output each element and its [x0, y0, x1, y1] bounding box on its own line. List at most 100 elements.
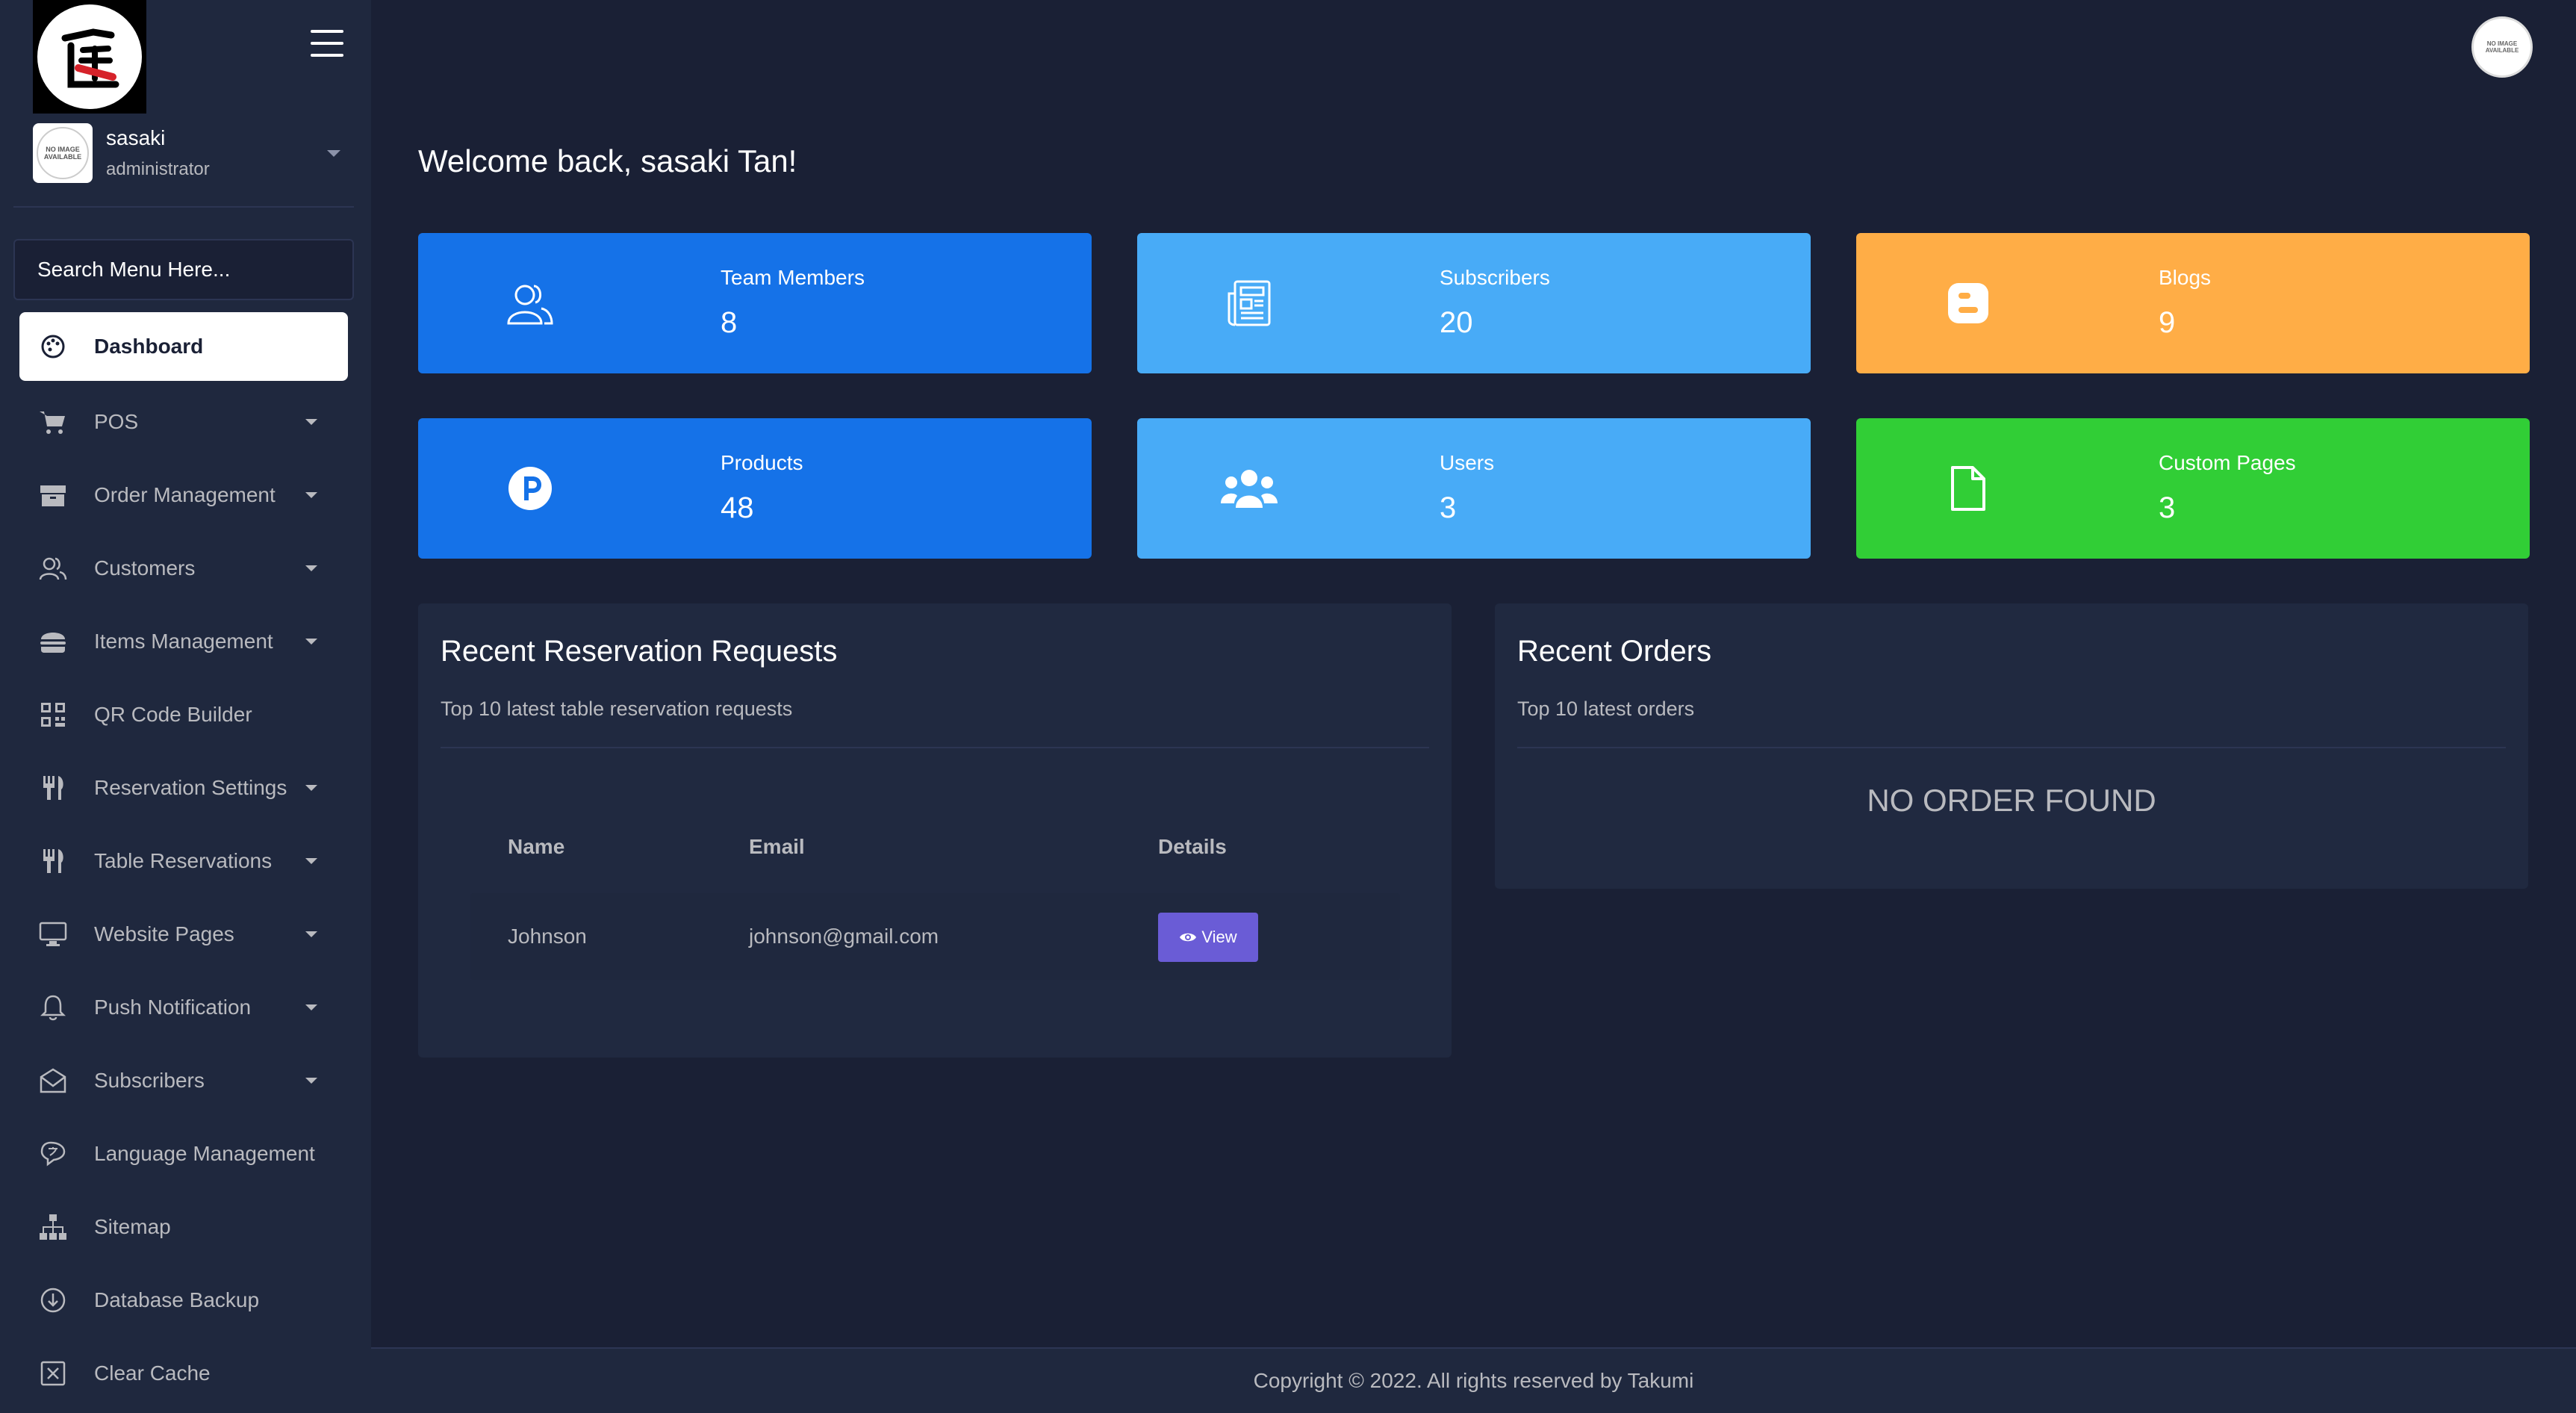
stat-value: 9	[2159, 306, 2176, 339]
footer: Copyright © 2022. All rights reserved by…	[371, 1347, 2576, 1413]
column-header-name: Name	[508, 835, 565, 858]
language-icon	[37, 1138, 69, 1170]
sitemap-icon	[37, 1211, 69, 1243]
cart-icon	[37, 406, 69, 438]
stat-label: Custom Pages	[2159, 451, 2296, 474]
sidebar-item-label: Website Pages	[94, 922, 234, 945]
stat-value: 3	[2159, 491, 2176, 524]
stat-value: 3	[1440, 491, 1457, 524]
sidebar-item-pos[interactable]: POS	[0, 385, 371, 459]
sidebar-item-label: Push Notification	[94, 996, 252, 1019]
menu-search-input[interactable]	[37, 258, 352, 282]
sidebar-item-subscribers[interactable]: Subscribers	[0, 1044, 371, 1117]
chevron-down-icon[interactable]	[327, 149, 340, 157]
burger-icon	[37, 626, 69, 657]
stat-card-team-members[interactable]: Team Members 8	[418, 233, 1092, 373]
column-header-email: Email	[749, 835, 805, 858]
stat-card-blogs[interactable]: Blogs 9	[1856, 233, 2530, 373]
qrcode-icon	[37, 699, 69, 730]
view-reservation-button[interactable]: View	[1158, 913, 1258, 962]
sidebar-item-push-notification[interactable]: Push Notification	[0, 971, 371, 1044]
panel-title: Recent Orders	[1517, 635, 1712, 668]
sidebar-item-label: Sitemap	[94, 1215, 171, 1238]
bell-icon	[37, 992, 69, 1023]
chevron-down-icon	[305, 419, 317, 425]
users-icon	[1219, 459, 1279, 518]
chevron-down-icon	[305, 785, 317, 791]
stat-card-custom-pages[interactable]: Custom Pages 3	[1856, 418, 2530, 559]
empty-state-message: NO ORDER FOUND	[1867, 783, 2156, 818]
palette-icon	[37, 331, 69, 362]
stat-value: 20	[1440, 306, 1473, 339]
stat-label: Products	[721, 451, 803, 474]
sidebar-item-database-backup[interactable]: Database Backup	[0, 1264, 371, 1337]
user-role: administrator	[106, 159, 210, 179]
file-icon	[1938, 459, 1998, 518]
eye-icon	[1179, 931, 1197, 943]
divider	[441, 747, 1429, 748]
page-title: Welcome back, sasaki Tan!	[418, 143, 797, 178]
reservation-email: johnson@gmail.com	[749, 925, 939, 948]
avatar-placeholder: NO IMAGE AVAILABLE	[37, 127, 89, 179]
stat-value: 8	[721, 306, 738, 339]
user-profile[interactable]: NO IMAGE AVAILABLE sasaki administrator	[33, 119, 346, 187]
sidebar-item-label: Table Reservations	[94, 849, 273, 872]
team-icon	[500, 273, 560, 333]
sidebar: NO IMAGE AVAILABLE sasaki administrator …	[0, 0, 371, 1413]
menu-toggle-button[interactable]	[311, 30, 343, 57]
sidebar-item-clear-cache[interactable]: Clear Cache	[0, 1337, 371, 1410]
divider	[1517, 747, 2506, 748]
sidebar-item-label: Items Management	[94, 630, 273, 653]
panel-subtitle: Top 10 latest orders	[1517, 698, 1695, 720]
chevron-down-icon	[305, 931, 317, 937]
divider	[13, 206, 354, 208]
chevron-down-icon	[305, 492, 317, 498]
brand-logo[interactable]	[33, 0, 146, 114]
utensils-icon	[37, 845, 69, 877]
stat-card-users[interactable]: Users 3	[1137, 418, 1811, 559]
sidebar-item-website-pages[interactable]: Website Pages	[0, 898, 371, 971]
download-icon	[37, 1285, 69, 1316]
mail-icon	[37, 1065, 69, 1096]
users-outline-icon	[37, 553, 69, 584]
chevron-down-icon	[305, 858, 317, 864]
view-button-label: View	[1201, 928, 1237, 946]
recent-reservations-panel: Recent Reservation Requests Top 10 lates…	[418, 603, 1452, 1058]
sidebar-item-order-management[interactable]: Order Management	[0, 459, 371, 532]
chevron-down-icon	[305, 1004, 317, 1010]
sidebar-item-language-management[interactable]: Language Management	[0, 1117, 371, 1190]
sidebar-item-label: Dashboard	[94, 335, 204, 358]
sidebar-item-label: Order Management	[94, 483, 276, 506]
sidebar-item-sitemap[interactable]: Sitemap	[0, 1190, 371, 1264]
chevron-down-icon	[305, 1078, 317, 1084]
sidebar-item-label: Language Management	[94, 1142, 315, 1165]
stat-card-products[interactable]: Products 48	[418, 418, 1092, 559]
newspaper-icon	[1219, 273, 1279, 333]
sidebar-item-items-management[interactable]: Items Management	[0, 605, 371, 678]
clear-icon	[37, 1358, 69, 1389]
chevron-down-icon	[305, 639, 317, 645]
box-icon	[37, 479, 69, 511]
sidebar-item-label: Database Backup	[94, 1288, 260, 1311]
sidebar-item-reservation-settings[interactable]: Reservation Settings	[0, 751, 371, 824]
stat-card-subscribers[interactable]: Subscribers 20	[1137, 233, 1811, 373]
sidebar-item-label: Subscribers	[94, 1069, 205, 1092]
sidebar-item-table-reservations[interactable]: Table Reservations	[0, 824, 371, 898]
menu-search	[13, 239, 354, 300]
reservation-name: Johnson	[508, 925, 587, 948]
monitor-icon	[37, 919, 69, 950]
sidebar-item-customers[interactable]: Customers	[0, 532, 371, 605]
chevron-down-icon	[305, 565, 317, 571]
sidebar-item-label: Clear Cache	[94, 1361, 211, 1385]
user-name: sasaki	[106, 126, 166, 149]
profile-avatar-button[interactable]: NO IMAGE AVAILABLE	[2471, 16, 2533, 78]
copyright-text: Copyright © 2022. All rights reserved by…	[1253, 1369, 1694, 1392]
panel-title: Recent Reservation Requests	[441, 635, 838, 668]
recent-orders-panel: Recent Orders Top 10 latest orders	[1495, 603, 2528, 889]
sidebar-item-qr-code-builder[interactable]: QR Code Builder	[0, 678, 371, 751]
stat-label: Team Members	[721, 266, 865, 289]
avatar: NO IMAGE AVAILABLE	[33, 123, 93, 183]
panel-subtitle: Top 10 latest table reservation requests	[441, 698, 793, 720]
sidebar-item-label: POS	[94, 410, 139, 433]
sidebar-item-dashboard[interactable]: Dashboard	[19, 312, 348, 381]
